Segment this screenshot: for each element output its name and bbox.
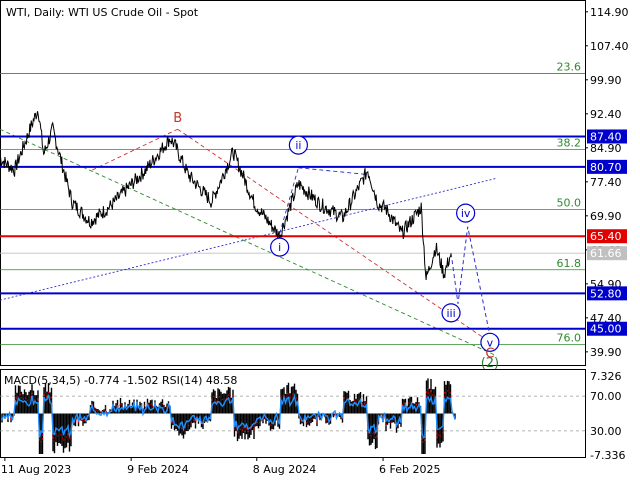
key-level-tag-label: 45.00 [590, 323, 622, 336]
key-levels-layer [0, 135, 585, 330]
x-tick-label: 11 Aug 2023 [1, 463, 71, 476]
main-plot-frame [0, 0, 586, 366]
y-tick-label: 99.90 [590, 74, 622, 87]
indicator-header: MACD(5,34,5) -0.774 -1.502 RSI(14) 48.58 [4, 374, 237, 387]
current-price-tag-label: 61.66 [590, 247, 622, 260]
x-tick-label: 8 Aug 2024 [253, 463, 316, 476]
wave-label: iv [461, 207, 471, 220]
x-tick-label: 9 Feb 2024 [127, 463, 188, 476]
y-tick-label: 92.40 [590, 108, 622, 121]
chart-title: WTI, Daily: WTI US Crude Oil - Spot [6, 6, 199, 19]
y-tick-label: 114.90 [590, 6, 629, 19]
indicator-layer[interactable] [0, 378, 585, 454]
axes-layer: 114.90107.4099.9092.4084.9077.4069.9062.… [1, 6, 629, 476]
wave-label: iii [446, 307, 455, 320]
y-tick-label: 84.90 [590, 142, 622, 155]
wave-label: ii [295, 139, 301, 152]
y-tick-label: 107.40 [590, 40, 629, 53]
x-tick-label: 6 Feb 2025 [379, 463, 440, 476]
trend-line [298, 167, 368, 176]
key-level-tag-label: 65.40 [590, 230, 622, 243]
y-tick-label: 69.90 [590, 210, 622, 223]
key-level-tag-label: 80.70 [590, 161, 622, 174]
wave-label: i [278, 241, 281, 254]
fib-level-label: 76.0 [557, 332, 582, 345]
indicator-y-label: 30.00 [590, 425, 622, 438]
fibonacci-layer: 23.6 38.2 50.0 61.8 76.0 [0, 60, 585, 345]
macd-histogram[interactable] [1, 378, 456, 454]
y-tick-label: 39.90 [590, 346, 622, 359]
trend-line [0, 128, 498, 357]
key-level-tag-label: 52.80 [590, 287, 622, 300]
key-level-tag-label: 87.40 [590, 130, 622, 143]
y-tick-label: 77.40 [590, 176, 622, 189]
wave-label: B [173, 111, 182, 126]
fib-level-label: 23.6 [557, 60, 582, 73]
chart-window: 23.6 38.2 50.0 61.8 76.0 Bi ii iii iv v C (2) 114.… [0, 0, 640, 480]
indicator-y-label: -7.336 [590, 449, 625, 462]
trend-line [0, 177, 497, 301]
fib-level-label: 50.0 [557, 196, 582, 209]
indicator-y-label: 7.326 [590, 370, 622, 383]
indicator-y-label: 70.00 [590, 390, 622, 403]
fib-level-label: 61.8 [557, 257, 582, 270]
channel-lines-layer [0, 128, 498, 357]
wave-label: (2) [481, 356, 499, 371]
chart-canvas: 23.638.250.061.876.0 BiiiiiiivvC(2) 114.… [0, 0, 629, 476]
fib-level-label: 38.2 [557, 137, 582, 150]
